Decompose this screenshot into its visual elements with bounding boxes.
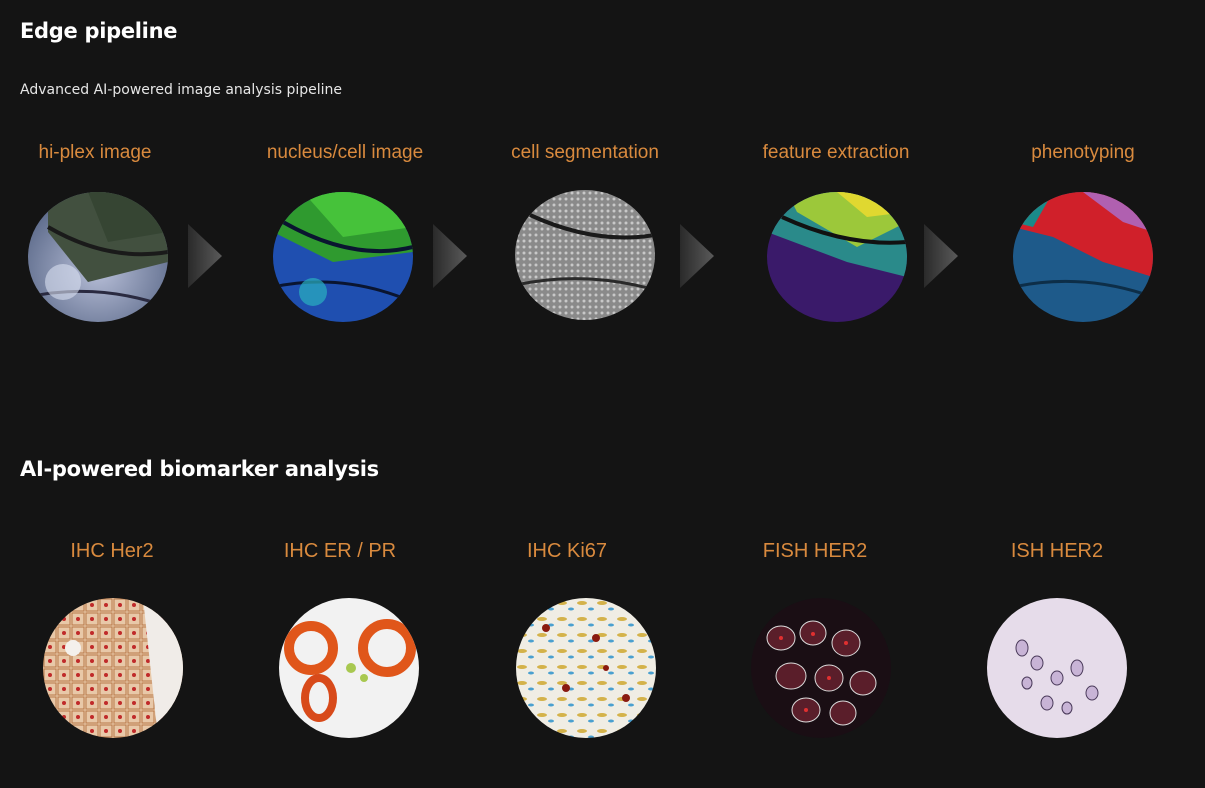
pipeline-title: Edge pipeline — [20, 19, 178, 43]
ihc-her2-image — [43, 598, 183, 738]
ihc-ki67-image — [516, 598, 656, 738]
chevron-right-icon — [680, 224, 714, 288]
hi-plex-image — [28, 192, 168, 322]
nucleus-cell-image — [273, 192, 413, 322]
stage-label-cell-segmentation: cell segmentation — [511, 142, 659, 163]
bio-label-ihc-her2: IHC Her2 — [70, 540, 154, 562]
fish-her2-image — [751, 598, 891, 738]
chevron-right-icon — [924, 224, 958, 288]
bio-label-ish-her2: ISH HER2 — [1010, 540, 1104, 562]
stage-label-phenotyping: phenotyping — [1031, 142, 1135, 163]
cell-segmentation-image — [515, 190, 655, 320]
pipeline-subtitle: Advanced AI-powered image analysis pipel… — [20, 82, 343, 98]
stage-label-nucleus-cell: nucleus/cell image — [266, 142, 424, 163]
feature-extraction-image — [767, 192, 907, 322]
bio-label-ihc-ki67: IHC Ki67 — [526, 540, 608, 562]
chevron-right-icon — [188, 224, 222, 288]
phenotyping-image — [1013, 192, 1153, 322]
chevron-right-icon — [433, 224, 467, 288]
ish-her2-image — [987, 598, 1127, 738]
bio-label-fish-her2: FISH HER2 — [762, 540, 868, 562]
ihc-er-pr-image — [279, 598, 419, 738]
stage-label-feature-extraction: feature extraction — [762, 142, 910, 163]
stage-label-hi-plex: hi-plex image — [38, 142, 152, 163]
biomarker-title: AI-powered biomarker analysis — [20, 457, 379, 481]
bio-label-ihc-er-pr: IHC ER / PR — [283, 540, 397, 562]
